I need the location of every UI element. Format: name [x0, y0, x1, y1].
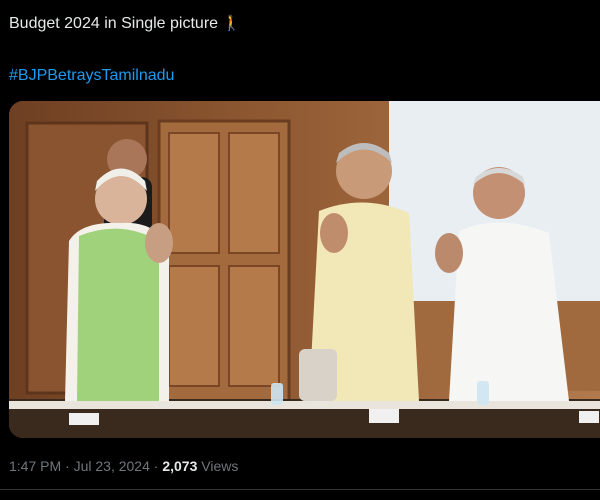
meta-separator-2: ·: [153, 458, 159, 474]
post-meta: 1:47 PM · Jul 23, 2024 · 2,073 Views: [9, 457, 238, 475]
post-text: Budget 2024 in Single picture 🚶: [9, 14, 241, 34]
hashtag-link[interactable]: #BJPBetraysTamilnadu: [9, 66, 174, 86]
views-count: 2,073: [162, 458, 198, 474]
meta-separator: ·: [65, 458, 70, 474]
person-1-vest: [77, 228, 159, 401]
post-text-body: Budget 2024 in Single picture: [9, 15, 219, 32]
post-photo[interactable]: [9, 101, 600, 438]
post-time[interactable]: 1:47 PM: [9, 458, 61, 474]
divider: [0, 489, 600, 490]
views-label: Views: [201, 458, 239, 474]
walking-person-icon: 🚶: [222, 15, 241, 32]
photo-illustration: [9, 101, 600, 438]
post-date[interactable]: Jul 23, 2024: [74, 458, 150, 474]
